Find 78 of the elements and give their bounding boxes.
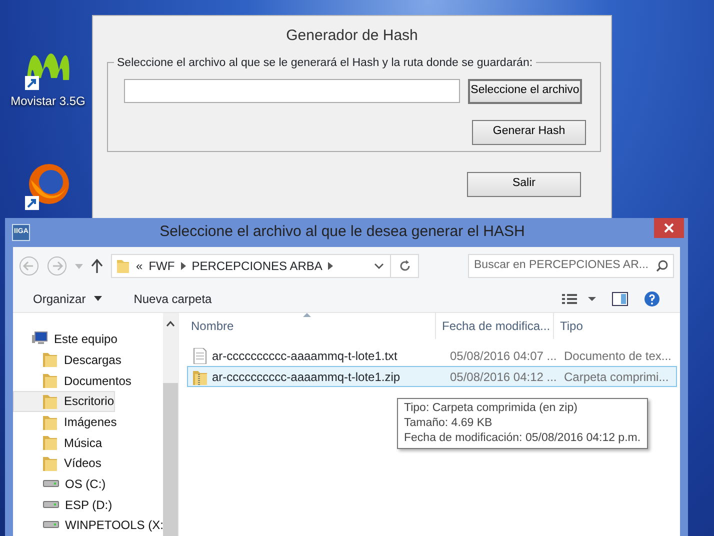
chevron-icon[interactable] (180, 262, 186, 270)
text-file-icon (192, 348, 208, 364)
file-row[interactable]: ar-cccccccccc-aaaammq-t-lote1.zip 05/08/2016 04:12 ... Carpeta comprimi... (187, 366, 677, 387)
nav-label: Música (64, 436, 102, 449)
folder-icon (116, 258, 130, 274)
exit-button[interactable]: Salir (467, 172, 581, 196)
nav-item[interactable]: Escritorio (13, 391, 116, 412)
file-date: 05/08/2016 04:07 ... (449, 348, 558, 364)
file-name: ar-cccccccccc-aaaammq-t-lote1.txt (212, 348, 398, 364)
scroll-thumb[interactable] (163, 383, 178, 536)
refresh-icon (398, 260, 410, 272)
nav-item[interactable]: OS (C:) (13, 474, 107, 494)
breadcrumb-overflow[interactable]: « (136, 257, 143, 275)
search-placeholder: Buscar en PERCEPCIONES AR... (474, 258, 648, 274)
caret-icon (94, 296, 102, 301)
search-field[interactable]: Buscar en PERCEPCIONES AR... (468, 254, 674, 278)
close-button[interactable] (654, 218, 684, 238)
folder-icon (42, 392, 59, 410)
folder-icon (42, 454, 59, 472)
nav-label: Vídeos (64, 457, 102, 470)
dropdown-icon[interactable] (374, 263, 384, 269)
help-icon[interactable] (644, 290, 660, 306)
sort-arrow-icon (303, 313, 311, 317)
nav-item[interactable]: Este equipo (13, 329, 118, 350)
menu-label: Organizar (33, 290, 86, 308)
preview-pane-icon[interactable] (612, 292, 628, 306)
search-icon (656, 260, 668, 272)
nav-item[interactable]: ESP (D:) (13, 494, 114, 515)
nav-item[interactable]: WINPETOOLS (X: (13, 515, 163, 536)
file-date: 05/08/2016 04:12 ... (449, 368, 558, 386)
file-type: Carpeta comprimi... (564, 368, 669, 386)
drive-icon (43, 480, 60, 488)
select-file-button[interactable]: Seleccione el archivo (468, 78, 582, 104)
nav-item[interactable]: Imágenes (13, 412, 118, 432)
file-type: Documento de tex... (564, 348, 672, 364)
dialog-title: Seleccione el archivo al que le desea generar el HASH (158, 222, 526, 242)
drive-icon (43, 500, 60, 509)
window-title: Generador de Hash (285, 26, 419, 46)
address-bar[interactable]: « FWF PERCEPCIONES ARBA (111, 254, 419, 278)
nav-item[interactable]: Documentos (13, 370, 132, 391)
nav-label: OS (C:) (65, 478, 106, 490)
nav-item[interactable]: Descargas (13, 350, 122, 370)
chevron-icon[interactable] (328, 262, 334, 270)
close-icon (664, 223, 674, 233)
nav-label: Escritorio (64, 395, 114, 408)
icon-label: Movistar 3.5G (10, 93, 86, 110)
scrollbar[interactable] (163, 313, 178, 536)
file-row[interactable]: ar-cccccccccc-aaaammq-t-lote1.txt 05/08/2016 04:07 ... Documento de tex... (187, 345, 677, 366)
folder-icon (42, 414, 59, 430)
folder-icon (42, 434, 59, 452)
folder-icon (42, 351, 59, 368)
column-header[interactable]: Tipo (553, 313, 663, 339)
tooltip-line: Tamaño: 4.69 KB (404, 416, 494, 431)
nav-label: WINPETOOLS (X: (65, 519, 163, 532)
file-name: ar-cccccccccc-aaaammq-t-lote1.zip (212, 368, 400, 386)
zip-folder-icon (192, 368, 208, 384)
path-field[interactable] (124, 79, 460, 103)
nav-label: Descargas (64, 354, 122, 366)
organize-menu[interactable]: Organizar (33, 290, 102, 308)
nav-item[interactable]: Vídeos (13, 453, 102, 474)
nav-label: Imágenes (64, 416, 117, 428)
nav-item[interactable]: Música (13, 432, 104, 453)
nav-label: ESP (D:) (65, 498, 112, 511)
generate-hash-button[interactable]: Generar Hash (472, 120, 586, 144)
breadcrumb-item[interactable]: PERCEPCIONES ARBA (192, 257, 322, 275)
drive-icon (43, 521, 60, 530)
tooltip-line: Tipo: Carpeta comprimida (en zip) (404, 401, 578, 416)
column-header[interactable]: Fecha de modifica... (435, 313, 553, 339)
nav-label: Documentos (64, 374, 132, 387)
breadcrumb-item[interactable]: FWF (148, 257, 175, 275)
folder-icon (42, 372, 59, 390)
nav-label: Este equipo (54, 333, 118, 346)
view-options-icon[interactable] (562, 292, 596, 304)
scroll-up-icon (166, 321, 175, 327)
new-folder-button[interactable]: Nueva carpeta (134, 290, 212, 308)
up-arrow-icon[interactable] (91, 259, 103, 273)
tooltip-line: Fecha de modificación: 05/08/2016 04:12 p.m. (404, 431, 641, 446)
column-header[interactable]: Nombre (179, 313, 435, 339)
